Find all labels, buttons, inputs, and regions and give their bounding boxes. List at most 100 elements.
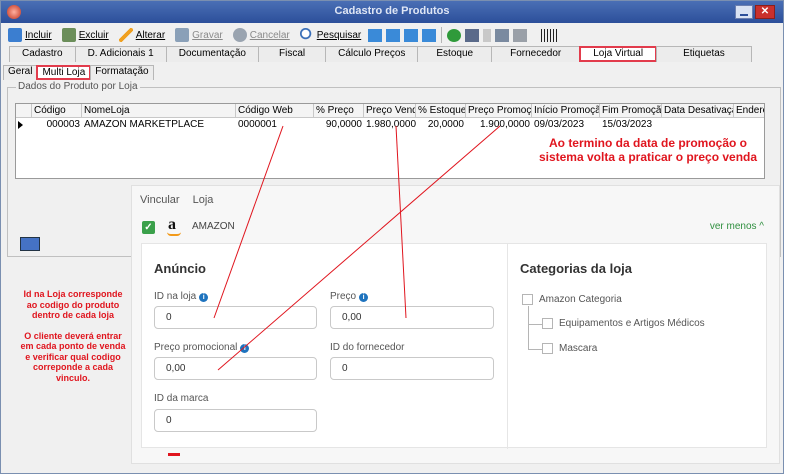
- store-checkbox[interactable]: ✓: [142, 221, 155, 234]
- store-row: ✓ a AMAZON ver menos ^: [140, 216, 772, 239]
- pesquisar-button[interactable]: Pesquisar: [295, 26, 366, 44]
- column-header[interactable]: Preço Venda: [364, 104, 416, 118]
- cell-preco-venda: 1.980,0000: [366, 119, 416, 130]
- card-divider: [507, 244, 508, 449]
- row-indicator-header: [16, 104, 32, 118]
- bottom-red-mark: [168, 453, 180, 456]
- column-header[interactable]: Preço Promoção: [466, 104, 532, 118]
- toolbar-divider: [441, 27, 443, 43]
- title-bar: Cadastro de Produtos ✕: [1, 1, 783, 23]
- last-record-icon[interactable]: [422, 28, 437, 42]
- cell-inicio-promocao: 09/03/2023: [534, 119, 585, 130]
- tab-fornecedor[interactable]: Fornecedor: [491, 46, 581, 62]
- column-header[interactable]: Código: [32, 104, 82, 118]
- cancel-icon: [232, 28, 247, 42]
- group-title: Dados do Produto por Loja: [16, 81, 140, 92]
- column-header[interactable]: Código Web: [236, 104, 314, 118]
- column-header[interactable]: Data Desativação: [662, 104, 734, 118]
- info-icon[interactable]: i: [359, 293, 369, 302]
- cell-data-desativacao: [662, 118, 734, 131]
- filter-icon[interactable]: [495, 28, 510, 42]
- alterar-button[interactable]: Alterar: [114, 26, 170, 44]
- anuncio-title: Anúncio: [154, 261, 206, 276]
- search-icon: [299, 28, 314, 42]
- cancelar-button[interactable]: Cancelar: [228, 26, 295, 44]
- preco-input[interactable]: 0,00: [330, 306, 494, 329]
- tab-formatacao[interactable]: Formatação: [90, 65, 154, 80]
- toolbar: Incluir Excluir Alterar Gravar Cancelar …: [3, 25, 783, 45]
- excluir-button[interactable]: Excluir: [57, 26, 114, 44]
- panel-header: Vincular Loja: [140, 194, 223, 206]
- store-link-panel: Vincular Loja ✓ a AMAZON ver menos ^ Anú…: [131, 185, 780, 464]
- sort-icon[interactable]: [465, 28, 480, 42]
- tab-loja-virtual[interactable]: Loja Virtual: [579, 46, 658, 62]
- tab-documentacao[interactable]: Documentação: [165, 46, 259, 62]
- tab-multi-loja[interactable]: Multi Loja: [36, 65, 92, 80]
- categorias-title: Categorias da loja: [520, 261, 632, 276]
- preco-label: Preço i: [330, 291, 369, 302]
- cell-pct-estoque: 20,0000: [427, 119, 464, 130]
- previous-record-icon[interactable]: [386, 28, 401, 42]
- column-header[interactable]: Fim Promoção: [600, 104, 662, 118]
- tree-line: [528, 349, 542, 350]
- close-button[interactable]: ✕: [755, 5, 775, 19]
- cell-nome-loja: AMAZON MARKETPLACE: [84, 119, 205, 130]
- gravar-button[interactable]: Gravar: [170, 26, 228, 44]
- id-fornecedor-input[interactable]: 0: [330, 357, 494, 380]
- tab-estoque[interactable]: Estoque: [417, 46, 493, 62]
- tab-etiquetas[interactable]: Etiquetas: [656, 46, 752, 62]
- id-marca-input[interactable]: 0: [154, 409, 317, 432]
- first-record-icon[interactable]: [368, 28, 383, 42]
- main-tabs: Cadastro D. Adicionais 1 Documentação Fi…: [9, 46, 752, 62]
- ver-menos-link[interactable]: ver menos ^: [710, 221, 764, 232]
- grid-scroll-control[interactable]: [20, 237, 40, 251]
- trash-icon: [61, 28, 76, 42]
- next-record-icon[interactable]: [404, 28, 419, 42]
- tree-line: [528, 306, 529, 350]
- id-fornecedor-label: ID do fornecedor: [330, 342, 405, 353]
- listing-card: Anúncio ID na loja i 0 Preço i 0,00 Preço …: [141, 243, 767, 449]
- category-label: Equipamentos e Artigos Médicos: [559, 318, 705, 329]
- vincular-label: Vincular: [140, 194, 180, 206]
- preco-promocional-input[interactable]: 0,00: [154, 357, 317, 380]
- column-header[interactable]: Início Promoção: [532, 104, 600, 118]
- tab-cadastro[interactable]: Cadastro: [9, 46, 76, 62]
- sub-tabs: Geral Multi Loja Formatação: [3, 65, 154, 80]
- pencil-icon: [118, 28, 133, 42]
- cell-endereco: [734, 118, 764, 131]
- cell-fim-promocao: 15/03/2023: [602, 119, 653, 130]
- cell-codigo: 000003: [46, 119, 80, 130]
- category-checkbox[interactable]: [542, 318, 553, 329]
- column-header[interactable]: NomeLoja: [82, 104, 236, 118]
- refresh-icon[interactable]: [447, 28, 462, 42]
- minimize-button[interactable]: [735, 5, 753, 19]
- cell-codigo-web: 0000001: [238, 119, 277, 130]
- id-loja-label: ID na loja i: [154, 291, 209, 302]
- column-header[interactable]: % Estoque: [416, 104, 466, 118]
- add-document-icon: [8, 28, 22, 42]
- barcode-icon[interactable]: [541, 28, 558, 42]
- column-header[interactable]: % Preço: [314, 104, 364, 118]
- print-icon[interactable]: [513, 28, 528, 42]
- category-checkbox[interactable]: [522, 294, 533, 305]
- tab-dados-adicionais[interactable]: D. Adicionais 1: [74, 46, 167, 62]
- cell-pct-preco: 90,0000: [325, 119, 362, 130]
- info-icon[interactable]: i: [240, 344, 250, 353]
- info-icon[interactable]: i: [199, 293, 209, 302]
- window-title: Cadastro de Produtos: [334, 5, 450, 17]
- tab-geral[interactable]: Geral: [3, 65, 38, 80]
- category-checkbox[interactable]: [542, 343, 553, 354]
- loja-label: Loja: [192, 194, 214, 206]
- tab-fiscal[interactable]: Fiscal: [258, 46, 327, 62]
- cell-preco-promocao: 1.900,0000: [479, 119, 530, 130]
- tree-line: [528, 324, 542, 325]
- amazon-smile-icon: [167, 232, 181, 236]
- table-row[interactable]: 000003 AMAZON MARKETPLACE 0000001 90,000…: [16, 118, 764, 131]
- incluir-button[interactable]: Incluir: [3, 26, 57, 44]
- column-header[interactable]: Endereço: [734, 104, 764, 118]
- id-loja-input[interactable]: 0: [154, 306, 317, 329]
- dropdown-icon[interactable]: [483, 28, 492, 42]
- category-label: Mascara: [559, 343, 598, 354]
- tab-calculo-precos[interactable]: Cálculo Preços: [325, 46, 419, 62]
- current-row-indicator-icon: [18, 121, 23, 129]
